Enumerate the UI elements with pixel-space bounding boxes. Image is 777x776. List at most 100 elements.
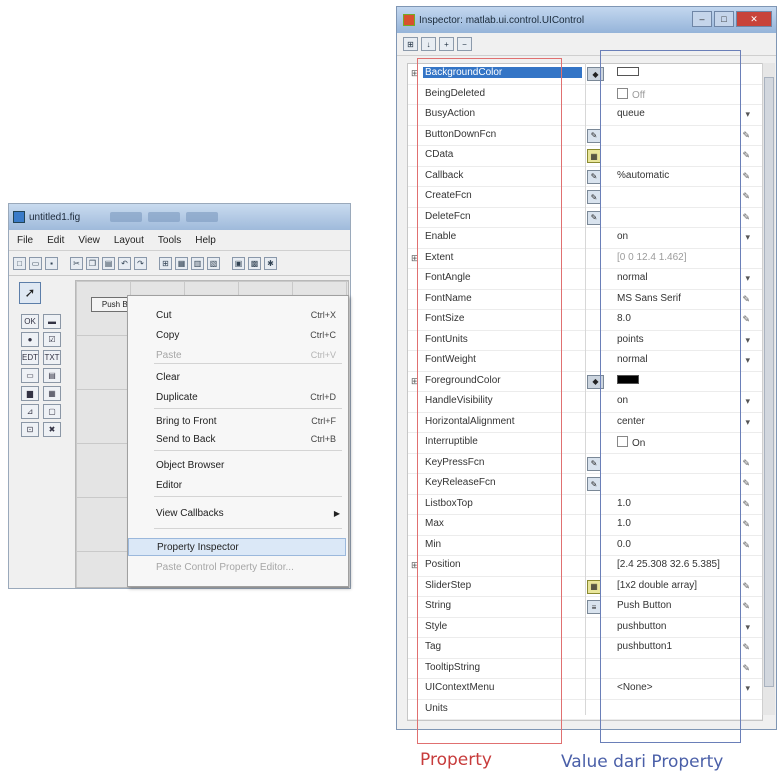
- context-menu-label: Editor: [156, 479, 183, 491]
- pencil-icon[interactable]: ✎: [742, 540, 750, 551]
- dropdown-icon[interactable]: ▾: [745, 335, 750, 346]
- inspector-window-icon: [403, 14, 415, 26]
- pencil-icon[interactable]: ✎: [742, 314, 750, 325]
- table-tool-icon[interactable]: ▦: [43, 386, 61, 401]
- dropdown-icon[interactable]: ▾: [745, 273, 750, 284]
- pushbutton-tool-icon[interactable]: OK: [21, 314, 39, 329]
- sort-alphabetical-icon[interactable]: ↓: [421, 37, 436, 51]
- togglebutton-tool-icon[interactable]: ▆: [21, 386, 39, 401]
- value-caption: Value dari Property: [561, 752, 724, 772]
- context-menu-shortcut: Ctrl+F: [311, 416, 336, 426]
- radiobutton-tool-icon[interactable]: ●: [21, 332, 39, 347]
- dropdown-icon[interactable]: ▾: [745, 396, 750, 407]
- pencil-icon[interactable]: ✎: [742, 663, 750, 674]
- pencil-icon[interactable]: ✎: [742, 581, 750, 592]
- pencil-icon[interactable]: ✎: [742, 212, 750, 223]
- edit-editor-icon[interactable]: ✎: [587, 190, 601, 204]
- mfile-editor-icon[interactable]: ▣: [232, 256, 245, 270]
- save-icon[interactable]: ▪: [45, 256, 58, 270]
- edit-editor-icon[interactable]: ✎: [587, 210, 601, 225]
- edittext-tool-icon[interactable]: EDT: [21, 350, 39, 365]
- pencil-icon[interactable]: ✎: [742, 191, 750, 202]
- undo-icon[interactable]: ↶: [118, 256, 131, 270]
- menu-edit[interactable]: Edit: [47, 235, 64, 246]
- column-divider[interactable]: [585, 63, 586, 715]
- dropdown-icon[interactable]: ▾: [745, 232, 750, 243]
- listbox-tool-icon[interactable]: ▤: [43, 368, 61, 383]
- edit-editor-icon[interactable]: ✎: [587, 477, 601, 491]
- popupmenu-tool-icon[interactable]: ▭: [21, 368, 39, 383]
- align-icon[interactable]: ⊞: [159, 256, 172, 270]
- categorize-icon[interactable]: ⊞: [403, 37, 418, 51]
- toolbar-editor-icon[interactable]: ▧: [207, 256, 220, 270]
- pencil-icon[interactable]: ✎: [742, 519, 750, 530]
- dropdown-icon[interactable]: ▾: [745, 355, 750, 366]
- expand-all-icon[interactable]: +: [439, 37, 454, 51]
- pencil-icon[interactable]: ✎: [742, 642, 750, 653]
- redo-icon[interactable]: ↷: [134, 256, 147, 270]
- open-icon[interactable]: ▭: [29, 256, 42, 270]
- menu-editor-icon[interactable]: ▦: [175, 256, 188, 270]
- cell-editor-icon[interactable]: ▦: [587, 579, 601, 594]
- pencil-icon[interactable]: ✎: [742, 478, 750, 489]
- buttongroup-tool-icon[interactable]: ⊡: [21, 422, 39, 437]
- edit-editor-icon[interactable]: ✎: [587, 456, 601, 471]
- dropdown-icon[interactable]: ▾: [745, 622, 750, 633]
- guide-menubar: File Edit View Layout Tools Help: [9, 230, 350, 251]
- pencil-icon[interactable]: ✎: [742, 294, 750, 305]
- pencil-icon[interactable]: ✎: [742, 601, 750, 612]
- cell-editor-icon[interactable]: ▦: [587, 149, 601, 163]
- minimize-icon[interactable]: –: [692, 11, 712, 27]
- context-menu-item[interactable]: Copy Ctrl+C: [128, 326, 346, 344]
- menu-layout[interactable]: Layout: [114, 235, 144, 246]
- context-menu-item[interactable]: Editor: [128, 476, 346, 494]
- paste-icon[interactable]: ▤: [102, 256, 115, 270]
- new-icon[interactable]: □: [13, 256, 26, 270]
- menu-file[interactable]: File: [17, 235, 33, 246]
- object-browser-icon[interactable]: ✱: [264, 256, 277, 270]
- statictext-tool-icon[interactable]: TXT: [43, 350, 61, 365]
- maximize-icon[interactable]: □: [714, 11, 734, 27]
- pencil-icon[interactable]: ✎: [742, 130, 750, 141]
- pencil-icon[interactable]: ✎: [742, 171, 750, 182]
- context-menu-item[interactable]: Paste Control Property Editor...: [128, 558, 346, 576]
- context-menu-item[interactable]: Send to Back Ctrl+B: [128, 430, 346, 448]
- checkbox-tool-icon[interactable]: ☑: [43, 332, 61, 347]
- panel-tool-icon[interactable]: ▢: [43, 404, 61, 419]
- copy-icon[interactable]: ❐: [86, 256, 99, 270]
- inspector-title: Inspector: matlab.ui.control.UIControl: [419, 14, 585, 26]
- dropdown-icon[interactable]: ▾: [745, 683, 750, 694]
- context-menu-item[interactable]: Duplicate Ctrl+D: [128, 388, 346, 406]
- menu-tools[interactable]: Tools: [158, 235, 181, 246]
- context-menu: Cut Ctrl+X Copy Ctrl+C Paste Ctrl+V Clear Dupli…: [127, 295, 349, 587]
- context-menu-item[interactable]: Paste Ctrl+V: [128, 346, 346, 364]
- context-menu-item[interactable]: View Callbacks ▶: [128, 504, 346, 522]
- tab-order-icon[interactable]: ▥: [191, 256, 204, 270]
- property-inspector-icon[interactable]: ▩: [248, 256, 261, 270]
- edit-editor-icon[interactable]: ✎: [587, 128, 601, 143]
- context-menu-item[interactable]: Property Inspector: [128, 538, 346, 556]
- pencil-icon[interactable]: ✎: [742, 458, 750, 469]
- context-menu-item[interactable]: Clear: [128, 368, 346, 386]
- menu-view[interactable]: View: [78, 235, 100, 246]
- select-arrow-icon[interactable]: ➚: [19, 282, 41, 304]
- collapse-all-icon[interactable]: −: [457, 37, 472, 51]
- edit-editor-icon[interactable]: ✎: [587, 169, 601, 184]
- menu-help[interactable]: Help: [195, 235, 216, 246]
- pencil-icon[interactable]: ✎: [742, 150, 750, 161]
- scroll-thumb[interactable]: [764, 77, 774, 687]
- context-menu-item[interactable]: Bring to Front Ctrl+F: [128, 412, 346, 430]
- context-menu-item[interactable]: Cut Ctrl+X: [128, 306, 346, 324]
- context-menu-item[interactable]: Object Browser: [128, 456, 346, 474]
- dropdown-icon[interactable]: ▾: [745, 417, 750, 428]
- slider-tool-icon[interactable]: ▬: [43, 314, 61, 329]
- context-menu-shortcut: Ctrl+X: [310, 310, 336, 320]
- axes-tool-icon[interactable]: ⊿: [21, 404, 39, 419]
- vertical-scrollbar[interactable]: [762, 63, 775, 715]
- close-icon[interactable]: ✕: [736, 11, 772, 27]
- dropdown-icon[interactable]: ▾: [745, 109, 750, 120]
- cut-icon[interactable]: ✂: [70, 256, 83, 270]
- list-editor-icon[interactable]: ≡: [587, 600, 601, 614]
- pencil-icon[interactable]: ✎: [742, 499, 750, 510]
- activex-tool-icon[interactable]: ✖: [43, 422, 61, 437]
